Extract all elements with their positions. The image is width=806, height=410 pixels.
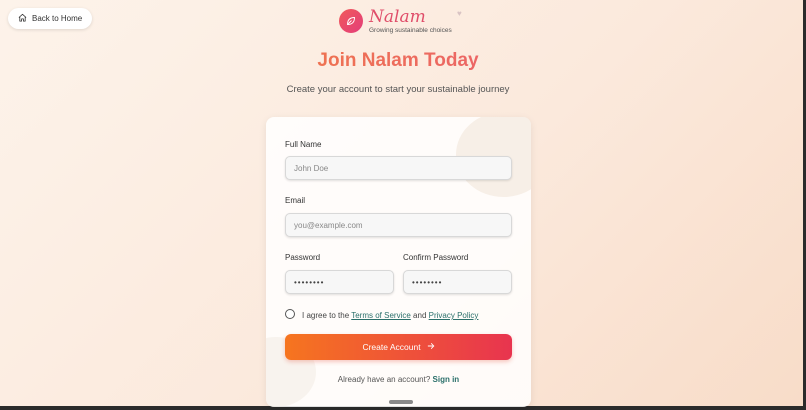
brand-logo: Nalam Growing sustainable choices: [339, 8, 452, 34]
agree-checkbox[interactable]: [285, 309, 295, 319]
email-input[interactable]: you@example.com: [285, 213, 512, 237]
privacy-link[interactable]: Privacy Policy: [429, 311, 479, 320]
page-title: Join Nalam Today: [0, 50, 796, 72]
password-input[interactable]: ••••••••: [285, 270, 394, 294]
back-to-home-label: Back to Home: [32, 14, 83, 23]
signin-link[interactable]: Sign in: [433, 375, 460, 384]
scroll-indicator[interactable]: [389, 400, 413, 404]
create-account-label: Create Account: [362, 342, 421, 352]
terms-link[interactable]: Terms of Service: [351, 311, 411, 320]
heart-icon: ♥: [457, 9, 462, 18]
arrow-right-icon: [427, 342, 435, 352]
signin-prompt: Already have an account?: [337, 375, 431, 384]
signup-card: Full Name John Doe Email you@example.com…: [266, 117, 531, 407]
create-account-button[interactable]: Create Account: [285, 334, 512, 360]
agree-and: and: [413, 311, 427, 320]
agree-text: I agree to the Terms of Service and Priv…: [302, 311, 478, 320]
confirm-password-input[interactable]: ••••••••: [403, 270, 512, 294]
email-label: Email: [285, 196, 306, 205]
brand-name: Nalam: [369, 7, 426, 27]
confirm-password-label: Confirm Password: [403, 253, 469, 262]
full-name-label: Full Name: [285, 140, 322, 149]
signin-row: Already have an account? Sign in: [266, 375, 531, 384]
password-label: Password: [285, 253, 321, 262]
home-icon: [18, 13, 27, 24]
back-to-home-button[interactable]: Back to Home: [8, 8, 92, 29]
agree-prefix: I agree to the: [302, 311, 350, 320]
leaf-icon: [339, 9, 363, 33]
full-name-input[interactable]: John Doe: [285, 156, 512, 180]
page-subtitle: Create your account to start your sustai…: [286, 84, 510, 95]
brand-tagline: Growing sustainable choices: [369, 27, 452, 34]
